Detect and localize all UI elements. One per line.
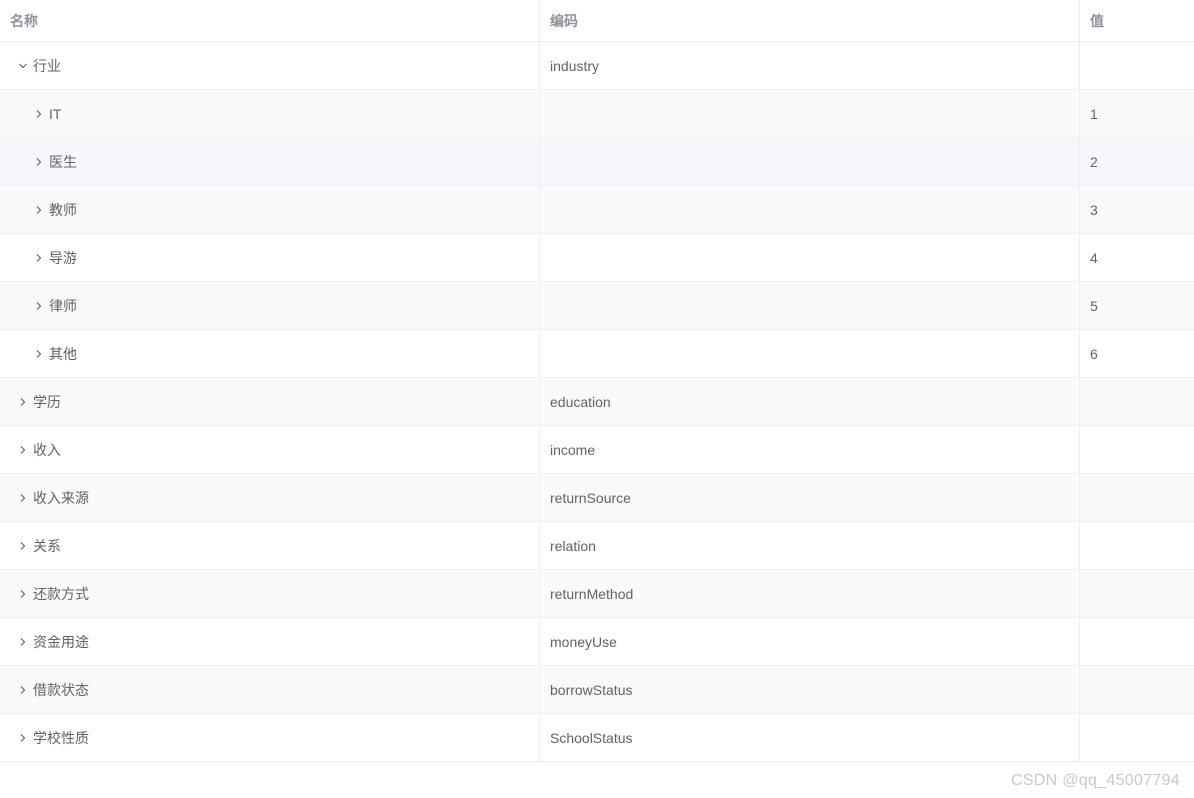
cell-code: SchoolStatus [540, 714, 1080, 761]
header-code[interactable]: 编码 [540, 0, 1080, 41]
cell-code: moneyUse [540, 618, 1080, 665]
row-name-text: 医生 [49, 153, 77, 170]
chevron-right-icon[interactable] [16, 731, 30, 745]
cell-value: 4 [1090, 249, 1098, 266]
chevron-right-icon[interactable] [16, 683, 30, 697]
cell-value [1080, 378, 1194, 425]
watermark: CSDN @qq_45007794 [1010, 772, 1180, 789]
row-name-text: IT [49, 105, 62, 122]
row-name-text: 借款状态 [33, 681, 89, 698]
table-row[interactable]: 关系 relation [0, 522, 1194, 570]
cell-name: 其他 [0, 330, 540, 377]
chevron-down-icon[interactable] [16, 59, 30, 73]
cell-code: education [540, 378, 1080, 425]
cell-value: 1 [1090, 105, 1098, 122]
chevron-right-icon[interactable] [32, 203, 46, 217]
cell-name: 学历 [0, 378, 540, 425]
cell-code: borrowStatus [540, 666, 1080, 713]
row-name-text: 行业 [33, 57, 61, 74]
cell-code [540, 186, 1080, 233]
table-header: 名称 编码 值 [0, 0, 1194, 42]
cell-code [540, 234, 1080, 281]
chevron-right-icon[interactable] [32, 251, 46, 265]
cell-name: 关系 [0, 522, 540, 569]
row-name-text: 资金用途 [33, 633, 89, 650]
cell-code [540, 138, 1080, 185]
row-name-text: 教师 [49, 201, 77, 218]
cell-code: relation [540, 522, 1080, 569]
cell-name: 资金用途 [0, 618, 540, 665]
cell-value: 3 [1090, 201, 1098, 218]
row-name-text: 还款方式 [33, 585, 89, 602]
row-name-text: 收入来源 [33, 489, 89, 506]
table-row[interactable]: 学历 education [0, 378, 1194, 426]
cell-name: 教师 [0, 186, 540, 233]
table-row[interactable]: 资金用途 moneyUse [0, 618, 1194, 666]
row-name-text: 学校性质 [33, 729, 89, 746]
table-row[interactable]: 行业 industry [0, 42, 1194, 90]
cell-name: 还款方式 [0, 570, 540, 617]
cell-name: 借款状态 [0, 666, 540, 713]
row-name-text: 其他 [49, 345, 77, 362]
cell-value [1080, 426, 1194, 473]
header-value[interactable]: 值 [1080, 0, 1194, 41]
cell-code: returnMethod [540, 570, 1080, 617]
table-row[interactable]: 律师 5 [0, 282, 1194, 330]
row-name-text: 律师 [49, 297, 77, 314]
cell-code [540, 330, 1080, 377]
row-name-text: 学历 [33, 393, 61, 410]
cell-code [540, 90, 1080, 137]
cell-value [1080, 522, 1194, 569]
cell-name: 收入来源 [0, 474, 540, 521]
cell-name: 收入 [0, 426, 540, 473]
chevron-right-icon[interactable] [32, 107, 46, 121]
table-row[interactable]: 医生 2 [0, 138, 1194, 186]
chevron-right-icon[interactable] [16, 443, 30, 457]
cell-code: income [540, 426, 1080, 473]
cell-value: 2 [1090, 153, 1098, 170]
cell-value: 6 [1090, 345, 1098, 362]
table-row[interactable]: 还款方式 returnMethod [0, 570, 1194, 618]
row-name-text: 导游 [49, 249, 77, 266]
table-row[interactable]: 其他 6 [0, 330, 1194, 378]
cell-value [1080, 618, 1194, 665]
chevron-right-icon[interactable] [32, 347, 46, 361]
cell-value [1080, 474, 1194, 521]
table-row[interactable]: IT 1 [0, 90, 1194, 138]
cell-name: 行业 [0, 42, 540, 89]
cell-name: IT [0, 90, 540, 137]
table-row[interactable]: 导游 4 [0, 234, 1194, 282]
table-row[interactable]: 学校性质 SchoolStatus [0, 714, 1194, 762]
tree-table: 名称 编码 值 行业 industry IT 1 医生 2 教师 3 导游 4 律师 5 其他 6 学历 ed… [0, 0, 1194, 762]
cell-value [1080, 714, 1194, 761]
table-row[interactable]: 收入来源 returnSource [0, 474, 1194, 522]
table-body: 行业 industry IT 1 医生 2 教师 3 导游 4 律师 5 其他 6 学历 education 收… [0, 42, 1194, 762]
cell-code: industry [540, 42, 1080, 89]
cell-code [540, 282, 1080, 329]
table-row[interactable]: 教师 3 [0, 186, 1194, 234]
table-row[interactable]: 借款状态 borrowStatus [0, 666, 1194, 714]
cell-name: 医生 [0, 138, 540, 185]
table-row[interactable]: 收入 income [0, 426, 1194, 474]
cell-name: 学校性质 [0, 714, 540, 761]
cell-name: 导游 [0, 234, 540, 281]
cell-value: 5 [1090, 297, 1098, 314]
cell-name: 律师 [0, 282, 540, 329]
header-name[interactable]: 名称 [0, 0, 540, 41]
chevron-right-icon[interactable] [32, 299, 46, 313]
chevron-right-icon[interactable] [16, 395, 30, 409]
chevron-right-icon[interactable] [16, 539, 30, 553]
cell-code: returnSource [540, 474, 1080, 521]
row-name-text: 关系 [33, 537, 61, 554]
cell-value [1080, 570, 1194, 617]
chevron-right-icon[interactable] [16, 635, 30, 649]
chevron-right-icon[interactable] [32, 155, 46, 169]
cell-value [1080, 666, 1194, 713]
chevron-right-icon[interactable] [16, 491, 30, 505]
row-name-text: 收入 [33, 441, 61, 458]
cell-value [1080, 42, 1194, 89]
chevron-right-icon[interactable] [16, 587, 30, 601]
